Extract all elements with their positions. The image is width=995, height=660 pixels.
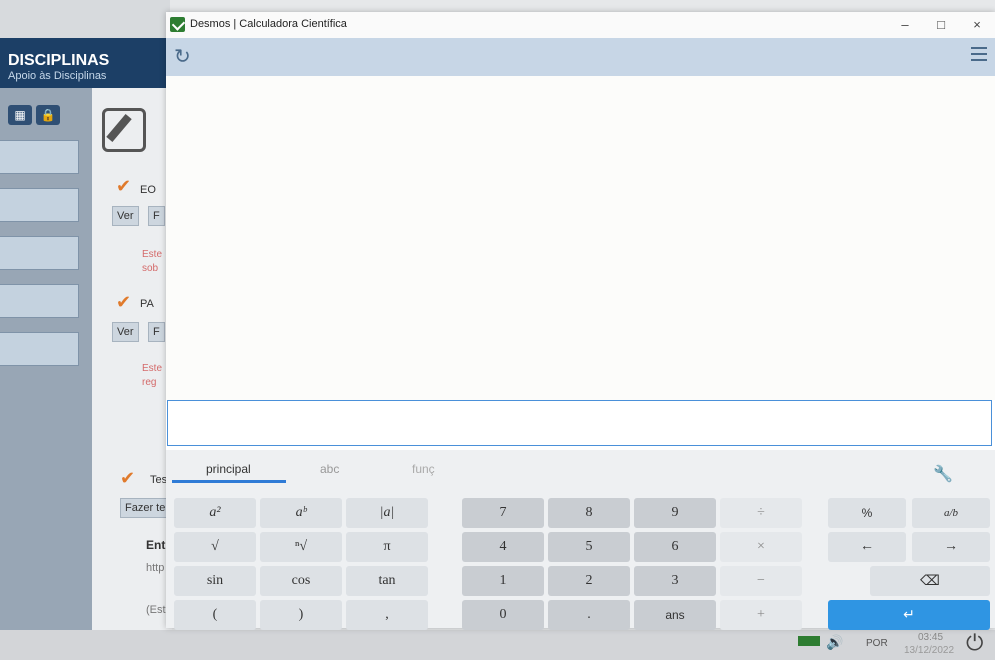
key-4[interactable]: 4 — [462, 532, 544, 562]
key-9[interactable]: 9 — [634, 498, 716, 528]
background-sidebar — [0, 88, 92, 630]
sidebar-box[interactable] — [0, 188, 79, 222]
background-header: DISCIPLINAS Apoio às Disciplinas — [0, 38, 170, 88]
check-icon: ✔ — [116, 176, 132, 196]
key-comma[interactable]: , — [346, 600, 428, 630]
right-arrow-key[interactable]: → — [912, 532, 990, 562]
sidebar-box[interactable] — [0, 284, 79, 318]
ver-button[interactable]: Ver — [112, 206, 139, 226]
key-divide[interactable]: ÷ — [720, 498, 802, 528]
power-icon[interactable]: ⏻ — [966, 630, 983, 656]
battery-icon[interactable] — [798, 636, 820, 646]
desmos-window: Desmos | Calculadora Científica – □ × ↻ … — [166, 12, 995, 630]
sidebar-box[interactable] — [0, 140, 79, 174]
volume-icon[interactable]: 🔊 — [826, 634, 843, 651]
check-icon: ✔ — [120, 468, 136, 488]
window-title: Desmos | Calculadora Científica — [190, 18, 347, 30]
key-0[interactable]: 0 — [462, 600, 544, 630]
backspace-key[interactable]: ⌫ — [870, 566, 990, 596]
f-button[interactable]: F — [148, 206, 165, 226]
minimize-button[interactable]: – — [894, 16, 916, 34]
desmos-logo-icon — [170, 17, 185, 32]
header-title: DISCIPLINAS — [8, 52, 110, 69]
ver-button[interactable]: Ver — [112, 322, 139, 342]
background-content: ✔ EO Ver F Este sob ✔ PA Ver F Este reg … — [92, 88, 172, 630]
edit-icon — [102, 108, 146, 152]
expression-input[interactable] — [167, 400, 992, 446]
key-2[interactable]: 2 — [548, 566, 630, 596]
refresh-icon[interactable]: ↻ — [174, 44, 191, 69]
clock-date: 13/12/2022 — [904, 645, 955, 656]
hamburger-menu-icon[interactable] — [971, 47, 987, 61]
key-percent[interactable]: % — [828, 498, 906, 528]
ent-label: Ent — [146, 538, 166, 552]
calculator-toolbar: ↻ — [166, 38, 995, 76]
key-fraction[interactable]: a/b — [912, 498, 990, 528]
key-close-paren[interactable]: ) — [260, 600, 342, 630]
active-tab-underline — [172, 480, 286, 483]
fazer-button[interactable]: Fazer te — [120, 498, 171, 518]
key-5[interactable]: 5 — [548, 532, 630, 562]
sidebar-box[interactable] — [0, 236, 79, 270]
key-sin[interactable]: sin — [174, 566, 256, 596]
check-icon: ✔ — [116, 292, 132, 312]
key-a-power-b[interactable]: aᵇ — [260, 498, 342, 528]
taskbar: 🔊 POR 03:45 13/12/2022 ⏻ — [0, 630, 995, 660]
tab-principal[interactable]: principal — [206, 462, 251, 476]
key-6[interactable]: 6 — [634, 532, 716, 562]
history-area — [166, 76, 995, 400]
enter-key[interactable]: ↵ — [828, 600, 990, 630]
key-nth-root[interactable]: ⁿ√ — [260, 532, 342, 562]
language-indicator[interactable]: POR — [866, 638, 888, 649]
key-sqrt[interactable]: √ — [174, 532, 256, 562]
item-label: PA — [140, 298, 154, 310]
http-label: http — [146, 562, 165, 574]
maximize-button[interactable]: □ — [930, 16, 952, 34]
test-label: Tes — [150, 474, 168, 486]
key-7[interactable]: 7 — [462, 498, 544, 528]
item-desc: sob — [142, 263, 159, 274]
left-arrow-key[interactable]: ← — [828, 532, 906, 562]
close-button[interactable]: × — [966, 16, 988, 34]
item-desc: Este — [142, 249, 163, 260]
background-top-strip — [0, 0, 170, 38]
key-3[interactable]: 3 — [634, 566, 716, 596]
key-open-paren[interactable]: ( — [174, 600, 256, 630]
key-pi[interactable]: π — [346, 532, 428, 562]
header-subtitle: Apoio às Disciplinas — [8, 70, 107, 82]
clock-time: 03:45 — [918, 632, 944, 643]
key-add[interactable]: + — [720, 600, 802, 630]
key-multiply[interactable]: × — [720, 532, 802, 562]
title-bar: Desmos | Calculadora Científica – □ × — [166, 12, 995, 38]
wrench-icon[interactable]: 🔧 — [933, 464, 953, 484]
item-label: EO — [140, 184, 156, 196]
key-1[interactable]: 1 — [462, 566, 544, 596]
key-tan[interactable]: tan — [346, 566, 428, 596]
key-8[interactable]: 8 — [548, 498, 630, 528]
est-label: (Est — [146, 604, 166, 616]
key-subtract[interactable]: − — [720, 566, 802, 596]
tab-func[interactable]: funç — [412, 462, 435, 476]
sidebar-box[interactable] — [0, 332, 79, 366]
tab-abc[interactable]: abc — [320, 462, 339, 476]
grid-icon[interactable]: ▦ — [8, 105, 32, 125]
f-button[interactable]: F — [148, 322, 165, 342]
lock-icon[interactable]: 🔒 — [36, 105, 60, 125]
keypad: principal abc funç 🔧 a² aᵇ |a| 7 8 9 ÷ %… — [166, 450, 995, 630]
item-desc: reg — [142, 377, 157, 388]
key-decimal[interactable]: . — [548, 600, 630, 630]
item-desc: Este — [142, 363, 163, 374]
key-a-squared[interactable]: a² — [174, 498, 256, 528]
key-ans[interactable]: ans — [634, 600, 716, 630]
key-abs[interactable]: |a| — [346, 498, 428, 528]
key-cos[interactable]: cos — [260, 566, 342, 596]
